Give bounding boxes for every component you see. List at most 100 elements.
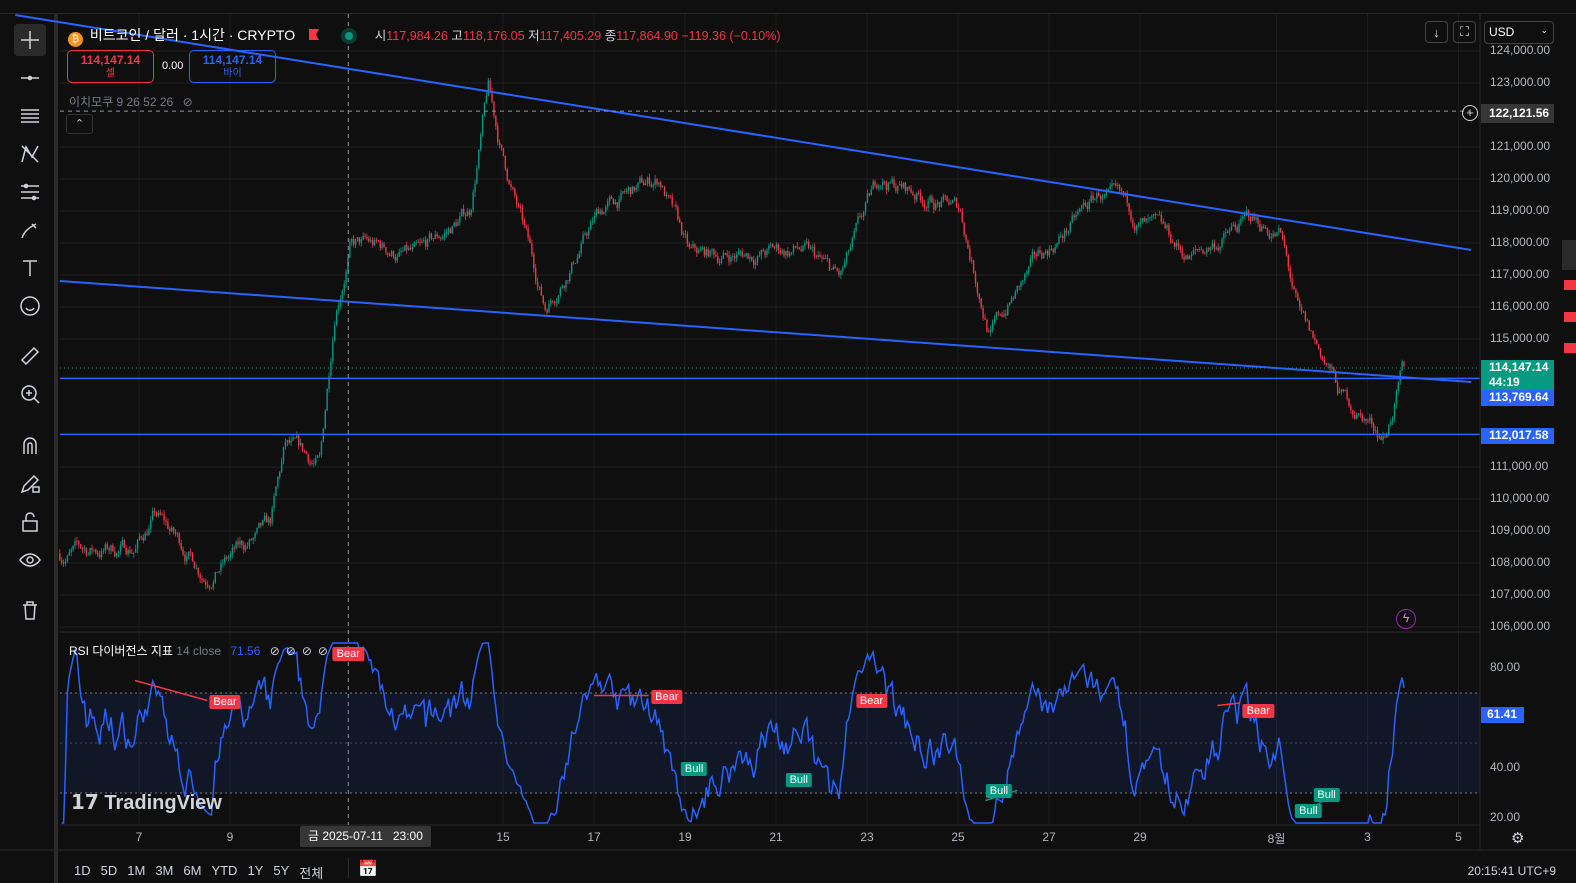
range-button-5[interactable]: YTD (211, 863, 237, 882)
candle (491, 87, 493, 104)
candle (790, 251, 793, 256)
candle (443, 229, 446, 241)
candle (504, 155, 507, 172)
range-button-7[interactable]: 5Y (273, 863, 289, 882)
rsi-legend[interactable]: RSI 다이버전스 지표 14 close 71.56 ⊘⊘⊘⊘ (69, 642, 334, 659)
fullscreen-button[interactable]: ⛶ (1453, 21, 1476, 43)
candle (644, 179, 647, 186)
candle (328, 372, 330, 393)
candle (743, 253, 745, 257)
candle (1141, 217, 1144, 224)
currency-select[interactable]: USD ⌄ (1484, 21, 1554, 44)
candle (989, 325, 992, 337)
candle (734, 253, 736, 263)
candle (174, 528, 177, 537)
candle (804, 240, 806, 250)
right-panel-tab[interactable] (1562, 240, 1576, 270)
settings-gear-icon[interactable]: ⚙ (1511, 829, 1524, 847)
candle (252, 537, 254, 545)
scroll-down-button[interactable]: ↓ (1425, 21, 1448, 43)
candle (1012, 296, 1015, 302)
last-price-label: 114,147.14 44:19 (1481, 360, 1554, 390)
candle (506, 167, 508, 182)
candle (707, 247, 709, 258)
candle (440, 236, 442, 242)
time-tick: 3 (1364, 830, 1371, 844)
candle (809, 244, 812, 251)
ichimoku-legend[interactable]: 이치모쿠 9 26 52 26 ⊘ (69, 93, 193, 110)
clock[interactable]: 20:15:41 UTC+9 (1468, 864, 1556, 878)
candle (997, 310, 999, 317)
trend-line[interactable] (59, 280, 1472, 384)
high-label: 고 (451, 29, 463, 43)
flag-icon[interactable] (309, 29, 319, 40)
right-panel-marker[interactable] (1564, 312, 1576, 322)
candle (1164, 221, 1166, 229)
candle (855, 222, 857, 234)
tradingview-logo[interactable]: 𝟭𝟳 TradingView (71, 790, 222, 815)
candle (845, 251, 848, 266)
candle (1027, 266, 1030, 276)
candle (595, 207, 598, 218)
time-tick: 23 (860, 830, 874, 844)
right-panel-marker[interactable] (1564, 280, 1576, 290)
candle (1352, 409, 1354, 419)
candle (294, 437, 296, 439)
range-button-2[interactable]: 1M (127, 863, 145, 882)
candle (675, 201, 677, 210)
range-button-1[interactable]: 5D (101, 863, 118, 882)
collapse-legend-button[interactable]: ⌃ (66, 114, 93, 134)
candle (663, 185, 666, 197)
range-button-4[interactable]: 6M (183, 863, 201, 882)
symbol-title[interactable]: 비트코인 / 달러 · 1시간 · CRYPTO (90, 27, 295, 43)
candle (1391, 416, 1394, 426)
range-button-6[interactable]: 1Y (247, 863, 263, 882)
candle (476, 165, 478, 185)
candle (976, 281, 979, 297)
candle (1069, 221, 1072, 234)
right-panel-marker[interactable] (1564, 343, 1576, 353)
candle (225, 555, 228, 561)
candle (316, 454, 319, 459)
candle (887, 181, 890, 192)
sell-price: 114,147.14 (80, 53, 141, 67)
tv-logo-icon: 𝟭𝟳 (71, 792, 105, 814)
hidden-eye-icon[interactable]: ⊘ (183, 95, 193, 109)
low-label: 저 (528, 29, 540, 43)
candle (660, 180, 662, 190)
price-chart[interactable] (0, 0, 1576, 883)
range-button-3[interactable]: 3M (155, 863, 173, 882)
candle (889, 180, 891, 184)
candle (1234, 221, 1236, 231)
candle (555, 297, 558, 308)
candle (381, 240, 383, 250)
add-alert-icon[interactable]: + (1462, 105, 1478, 121)
candle (387, 252, 389, 258)
range-button-8[interactable]: 전체 (299, 863, 323, 882)
sell-button[interactable]: 114,147.14 셀 (67, 50, 154, 83)
lightning-icon[interactable]: ϟ (1396, 609, 1416, 629)
candle (1134, 223, 1136, 234)
candle (438, 235, 440, 239)
goto-date-icon[interactable]: 📅 (358, 859, 378, 879)
candle (106, 541, 108, 550)
candle (298, 434, 300, 450)
candle (1287, 253, 1290, 272)
range-button-0[interactable]: 1D (74, 863, 91, 882)
candle (1143, 215, 1145, 222)
candle (1192, 247, 1195, 256)
candle (76, 536, 78, 546)
candle (766, 247, 768, 258)
candle (116, 552, 118, 559)
candle (764, 249, 766, 259)
candle (1035, 251, 1037, 261)
candle (730, 254, 732, 265)
candle (290, 436, 292, 447)
candle (1145, 217, 1147, 224)
buy-button[interactable]: 114,147.14 바이 (189, 50, 276, 83)
candle (1365, 418, 1367, 425)
candle (362, 232, 364, 241)
candle (916, 192, 918, 203)
candle (134, 544, 137, 553)
candle (98, 550, 101, 560)
